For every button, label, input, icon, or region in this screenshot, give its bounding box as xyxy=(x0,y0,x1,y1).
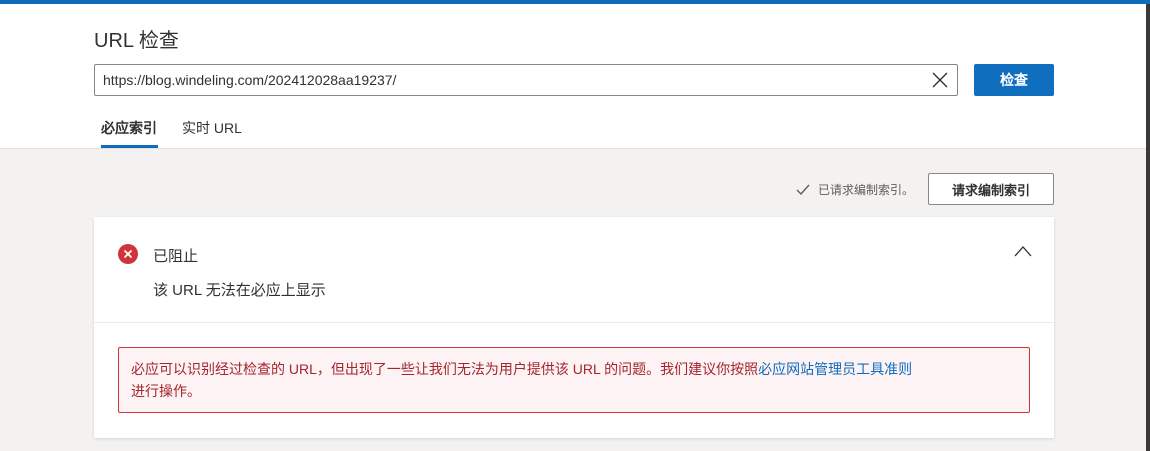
checkmark-icon xyxy=(796,184,810,195)
alert-suffix: 进行操作。 xyxy=(131,383,201,399)
card-divider xyxy=(94,322,1054,323)
active-tab-indicator xyxy=(101,145,158,148)
tab-bing-index[interactable]: 必应索引 xyxy=(101,118,157,138)
indexing-requested-status: 已请求编制索引。 xyxy=(796,181,914,198)
status-title: 已阻止 xyxy=(153,248,199,265)
inspect-button[interactable]: 检查 xyxy=(974,64,1054,96)
close-icon[interactable] xyxy=(931,71,949,89)
webmaster-guidelines-link[interactable]: 必应网站管理员工具准则 xyxy=(758,361,912,377)
blocked-alert: 必应可以识别经过检查的 URL，但出现了一些让我们无法为用户提供该 URL 的问… xyxy=(118,347,1030,413)
chevron-up-icon[interactable] xyxy=(1014,245,1032,257)
url-input[interactable] xyxy=(95,65,915,95)
request-indexing-button[interactable]: 请求编制索引 xyxy=(928,173,1054,205)
window-edge xyxy=(1146,4,1150,451)
tab-live-url[interactable]: 实时 URL xyxy=(182,118,242,138)
alert-text: 必应可以识别经过检查的 URL，但出现了一些让我们无法为用户提供该 URL 的问… xyxy=(131,361,759,377)
status-card: 已阻止 该 URL 无法在必应上显示 必应可以识别经过检查的 URL，但出现了一… xyxy=(94,217,1054,438)
requested-text: 已请求编制索引。 xyxy=(818,183,915,197)
page-title: URL 检查 xyxy=(94,30,179,52)
error-circle-icon xyxy=(118,244,138,264)
inspection-header: URL 检查 检查 必应索引 实时 URL xyxy=(0,4,1146,149)
status-description: 该 URL 无法在必应上显示 xyxy=(153,282,326,299)
url-field xyxy=(94,64,958,96)
